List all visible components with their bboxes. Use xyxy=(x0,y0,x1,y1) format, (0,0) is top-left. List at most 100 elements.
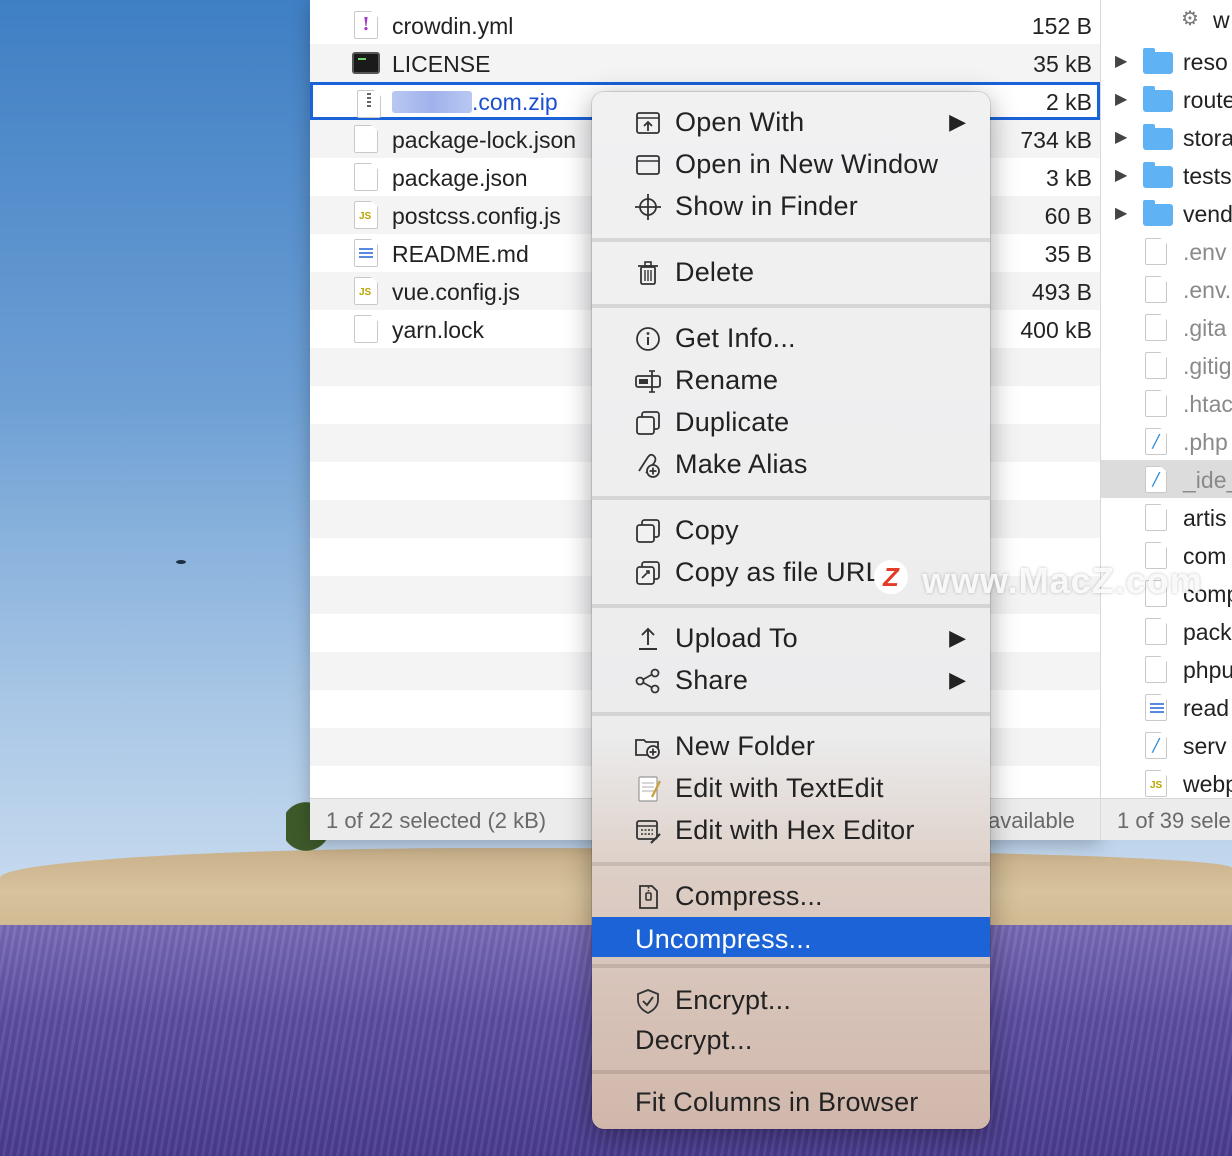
column-row[interactable]: ▶ reso xyxy=(1101,42,1232,80)
column-row[interactable]: .env xyxy=(1101,232,1232,270)
column-row[interactable]: ▶ stora xyxy=(1101,118,1232,156)
menu-item-share[interactable]: Share ▶ xyxy=(592,658,990,700)
disclosure-arrow-icon[interactable]: ▶ xyxy=(1115,89,1127,109)
trash-icon xyxy=(638,261,658,285)
alias-icon xyxy=(638,453,660,478)
column-item-label: phpu xyxy=(1183,657,1232,683)
js-doc-icon: JS xyxy=(354,201,378,229)
hex-editor-icon xyxy=(636,820,661,844)
menu-item-duplicate[interactable]: Duplicate xyxy=(592,400,990,442)
js-doc-icon: JS xyxy=(1145,770,1167,797)
column-row[interactable]: .htac xyxy=(1101,384,1232,422)
menu-separator xyxy=(592,862,990,866)
selection-status: 1 of 22 selected (2 kB) xyxy=(326,808,547,833)
column-row[interactable]: / _ide_ xyxy=(1101,460,1232,498)
column-row[interactable]: JS webp xyxy=(1101,764,1232,802)
menu-item-upload-to[interactable]: Upload To ▶ xyxy=(592,616,990,658)
window-icon xyxy=(636,155,660,175)
new-folder-icon xyxy=(635,739,660,759)
column-row[interactable]: .env. xyxy=(1101,270,1232,308)
menu-item-decrypt[interactable]: Decrypt... xyxy=(592,1018,990,1060)
markdown-doc-icon xyxy=(354,239,378,267)
menu-item-copy[interactable]: Copy xyxy=(592,508,990,550)
menu-item-edit-textedit[interactable]: Edit with TextEdit xyxy=(592,766,990,808)
column-row[interactable]: / serv xyxy=(1101,726,1232,764)
column-row[interactable]: .gita xyxy=(1101,308,1232,346)
column-row[interactable]: ▶ tests xyxy=(1101,156,1232,194)
menu-item-fit-columns[interactable]: Fit Columns in Browser xyxy=(592,1080,990,1122)
menu-item-delete[interactable]: Delete xyxy=(592,250,990,292)
disclosure-arrow-icon[interactable]: ▶ xyxy=(1115,127,1127,147)
file-size: 2 kB xyxy=(1045,89,1092,115)
column-item-label: serv xyxy=(1183,733,1227,759)
menu-separator xyxy=(592,496,990,500)
menu-label: New Folder xyxy=(675,731,816,761)
file-size: 152 B xyxy=(1031,13,1092,39)
disclosure-arrow-icon[interactable]: ▶ xyxy=(1115,51,1127,71)
menu-item-open-new-window[interactable]: Open in New Window xyxy=(592,142,990,184)
menu-label: Open With xyxy=(675,107,805,137)
upload-icon xyxy=(639,627,657,650)
crosshair-icon xyxy=(635,194,661,220)
disclosure-arrow-icon[interactable]: ▶ xyxy=(1115,203,1127,223)
column-row[interactable]: ▶ vend xyxy=(1101,194,1232,232)
warning-doc-icon: ! xyxy=(354,11,378,39)
column-row[interactable]: artis xyxy=(1101,498,1232,536)
file-row[interactable]: LICENSE 35 kB xyxy=(310,44,1100,82)
menu-item-compress[interactable]: Compress... xyxy=(592,874,990,916)
file-name: .com.zip xyxy=(392,89,558,116)
file-name: vue.config.js xyxy=(392,279,520,305)
shield-check-icon xyxy=(637,989,659,1015)
menu-item-encrypt[interactable]: Encrypt... xyxy=(592,978,990,1020)
column-row[interactable]: phpu xyxy=(1101,650,1232,688)
markdown-doc-icon xyxy=(1145,694,1167,721)
submenu-arrow-icon: ▶ xyxy=(949,625,966,650)
disclosure-arrow-icon[interactable]: ▶ xyxy=(1115,165,1127,185)
submenu-arrow-icon: ▶ xyxy=(949,667,966,692)
column-item-label: .gitig xyxy=(1183,353,1232,379)
textedit-icon xyxy=(638,776,662,802)
menu-item-edit-hex[interactable]: Edit with Hex Editor xyxy=(592,808,990,850)
column-row[interactable]: ⚙ w xyxy=(1101,0,1232,42)
menu-label: Edit with TextEdit xyxy=(675,773,884,803)
column-item-label: read xyxy=(1183,695,1230,721)
column-row[interactable]: ▶ route xyxy=(1101,80,1232,118)
menu-item-show-in-finder[interactable]: Show in Finder xyxy=(592,184,990,226)
menu-label: Decrypt... xyxy=(635,1025,753,1055)
menu-item-rename[interactable]: Rename xyxy=(592,358,990,400)
rename-icon xyxy=(635,370,661,393)
folder-icon xyxy=(1143,162,1173,188)
menu-label: Make Alias xyxy=(675,449,808,479)
menu-label: Duplicate xyxy=(675,407,790,437)
document-icon xyxy=(1145,352,1167,379)
menu-item-get-info[interactable]: Get Info... xyxy=(592,316,990,358)
selection-status-right: 1 of 39 sele xyxy=(1117,808,1231,833)
menu-item-new-folder[interactable]: New Folder xyxy=(592,724,990,766)
column-row[interactable]: .gitig xyxy=(1101,346,1232,384)
watermark-text: www.MacZ.com xyxy=(922,560,1203,601)
column-row[interactable]: / .php xyxy=(1101,422,1232,460)
menu-label: Upload To xyxy=(675,623,798,653)
document-icon xyxy=(1145,238,1167,265)
info-icon xyxy=(636,327,660,351)
file-row[interactable]: ! crowdin.yml 152 B xyxy=(310,6,1100,44)
column-item-label: webp xyxy=(1183,771,1232,797)
column-item-label: .htac xyxy=(1183,391,1232,417)
menu-item-make-alias[interactable]: Make Alias xyxy=(592,442,990,484)
document-icon xyxy=(1145,504,1167,531)
folder-icon xyxy=(1143,124,1173,150)
menu-separator xyxy=(592,712,990,716)
finder-window-columns: ⚙ w ▶ reso ▶ route ▶ stora ▶ tests ▶ vend .env .env..… xyxy=(1100,0,1232,840)
file-size: 734 kB xyxy=(1020,127,1092,153)
column-row[interactable]: pack xyxy=(1101,612,1232,650)
menu-label: Compress... xyxy=(675,881,823,911)
menu-item-uncompress[interactable]: Uncompress... xyxy=(592,917,990,957)
column-item-label: stora xyxy=(1183,125,1232,151)
column-item-label: .env xyxy=(1183,239,1227,265)
file-size: 35 B xyxy=(1044,241,1092,267)
gear-icon: ⚙ xyxy=(1181,8,1199,30)
menu-item-open-with[interactable]: Open With ▶ xyxy=(592,100,990,142)
file-size: 493 B xyxy=(1031,279,1092,305)
menu-label: Get Info... xyxy=(675,323,796,353)
column-row[interactable]: read xyxy=(1101,688,1232,726)
